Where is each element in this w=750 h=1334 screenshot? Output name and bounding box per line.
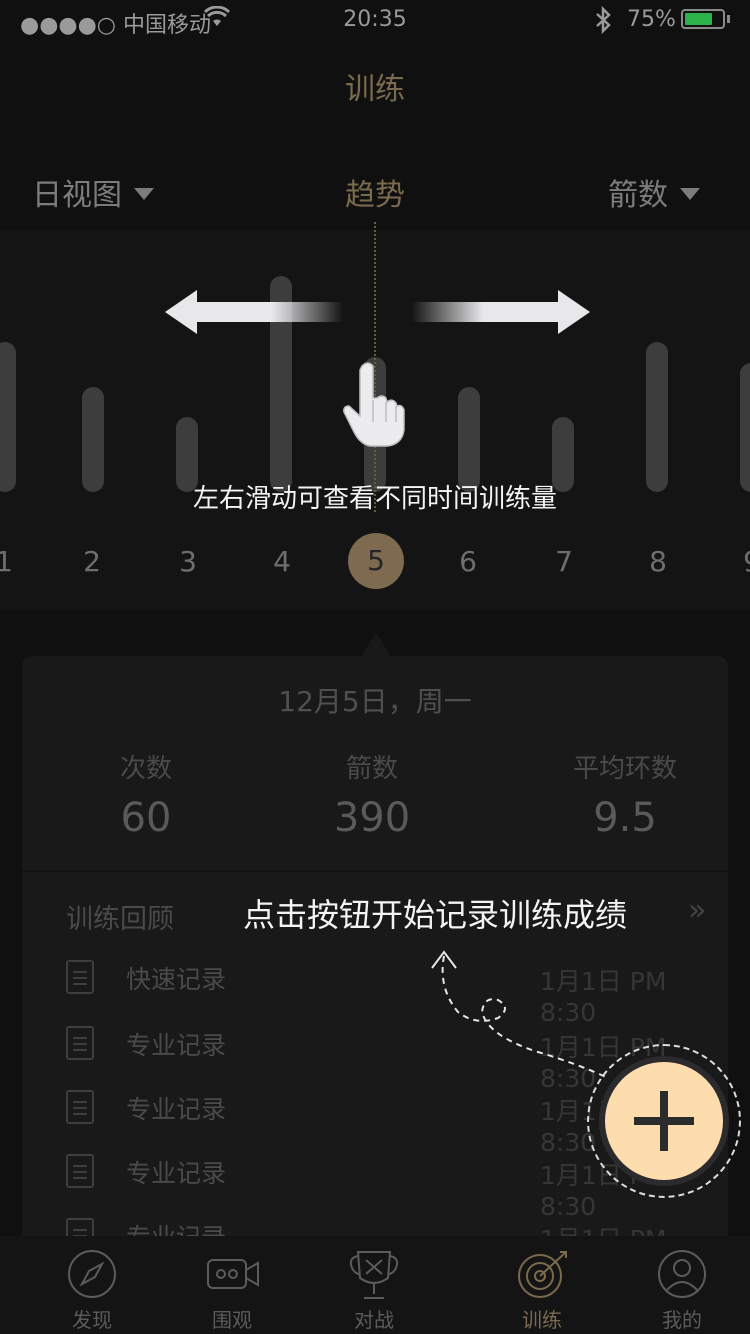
summary-date: 12月5日，周一 bbox=[278, 685, 472, 718]
record-row[interactable]: 快速记录 1月1日 PM 8:30 bbox=[66, 960, 716, 1027]
day-label-selected[interactable]: 5 bbox=[348, 533, 404, 589]
day-label[interactable]: 3 bbox=[168, 545, 208, 578]
page-title: 训练 bbox=[345, 72, 405, 107]
battery-percent: 75% bbox=[627, 7, 676, 32]
chart-bar bbox=[82, 387, 104, 492]
record-name: 专业记录 bbox=[126, 1218, 226, 1236]
metric-selector-label: 箭数 bbox=[608, 178, 668, 213]
record-time: 1月1日 PM 8:30 bbox=[540, 1220, 716, 1236]
user-icon bbox=[658, 1250, 706, 1298]
chart-bar bbox=[646, 342, 668, 492]
stat-value: 60 bbox=[120, 795, 172, 841]
day-label[interactable]: 4 bbox=[262, 545, 302, 578]
edit-document-icon bbox=[66, 1090, 94, 1124]
swipe-hint: 左右滑动可查看不同时间训练量 bbox=[192, 484, 557, 514]
hand-pointer-icon bbox=[340, 358, 406, 452]
day-label[interactable]: 2 bbox=[72, 545, 112, 578]
record-row[interactable]: 专业记录 1月1日 PM 8:30 bbox=[66, 1218, 716, 1236]
stat-label: 箭数 bbox=[345, 754, 398, 784]
metric-selector[interactable]: 箭数 bbox=[608, 170, 700, 214]
trophy-icon bbox=[349, 1251, 399, 1299]
divider bbox=[22, 870, 728, 872]
document-icon bbox=[66, 960, 94, 994]
stat-value: 9.5 bbox=[593, 795, 657, 841]
edit-document-icon bbox=[66, 1026, 94, 1060]
bluetooth-icon bbox=[594, 5, 612, 40]
day-label[interactable]: 6 bbox=[448, 545, 488, 578]
chart-bar bbox=[0, 342, 16, 492]
dashed-path-arrow-icon bbox=[428, 948, 618, 1092]
record-name: 专业记录 bbox=[126, 1031, 227, 1060]
edit-document-icon bbox=[66, 1218, 94, 1236]
target-icon bbox=[518, 1251, 567, 1298]
record-name: 专业记录 bbox=[126, 1095, 227, 1124]
day-label[interactable]: 1 bbox=[0, 545, 24, 578]
stat-label: 平均环数 bbox=[572, 754, 677, 784]
plus-icon bbox=[634, 1091, 694, 1151]
edit-document-icon bbox=[66, 1154, 94, 1188]
swipe-right-arrow-icon bbox=[410, 290, 590, 338]
battery-icon bbox=[681, 9, 730, 29]
status-bar: ●●●●○ 中国移动 20:35 75% bbox=[0, 0, 750, 40]
day-label[interactable]: 7 bbox=[544, 545, 584, 578]
tab-label: 对战 bbox=[354, 1308, 394, 1332]
add-record-button[interactable] bbox=[599, 1056, 729, 1186]
stat-label: 次数 bbox=[119, 754, 172, 784]
card-pointer bbox=[362, 632, 390, 656]
chart-bar bbox=[458, 387, 480, 492]
tap-hint: 点击按钮开始记录训练成绩 bbox=[242, 896, 627, 934]
record-name: 快速记录 bbox=[126, 965, 227, 994]
day-label[interactable]: 8 bbox=[638, 545, 678, 578]
tab-label: 围观 bbox=[212, 1308, 252, 1332]
tab-label: 发现 bbox=[72, 1308, 112, 1332]
day-label[interactable]: 9 bbox=[732, 545, 750, 578]
stat-value: 390 bbox=[333, 795, 411, 841]
swipe-left-arrow-icon bbox=[165, 290, 345, 338]
compass-icon bbox=[68, 1250, 116, 1298]
record-name: 专业记录 bbox=[126, 1159, 227, 1188]
tab-label: 我的 bbox=[662, 1308, 702, 1332]
chart-bar bbox=[740, 363, 750, 492]
dropdown-arrow-icon bbox=[680, 187, 700, 200]
battery-nub bbox=[727, 15, 730, 23]
battery-fill bbox=[685, 13, 712, 25]
camera-icon bbox=[207, 1259, 259, 1289]
tab-label: 训练 bbox=[522, 1308, 562, 1332]
